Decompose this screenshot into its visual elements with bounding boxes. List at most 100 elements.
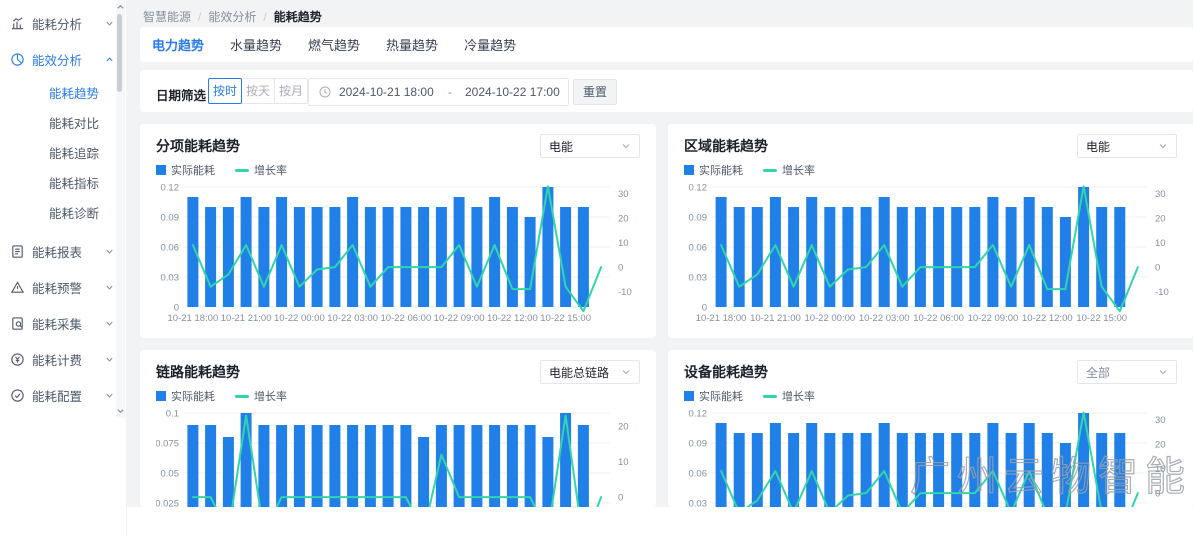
chevron-down-icon bbox=[105, 247, 114, 256]
chart-svg: 00.030.060.090.12-10010203010-21 18:0010… bbox=[684, 176, 1177, 326]
sidebar-scrollbar[interactable] bbox=[116, 0, 125, 418]
svg-text:10-22 06:00: 10-22 06:00 bbox=[381, 313, 432, 324]
svg-text:10-22 12:00: 10-22 12:00 bbox=[487, 313, 538, 324]
sidebar-item-energy-report[interactable]: 能耗报表 bbox=[0, 233, 126, 269]
svg-text:0.03: 0.03 bbox=[689, 273, 708, 284]
sidebar-item-efficiency-analysis[interactable]: 能效分析 bbox=[0, 41, 126, 77]
chart-canvas: 00.030.060.090.12-10010203010-21 18:0010… bbox=[684, 402, 1177, 507]
svg-text:0.06: 0.06 bbox=[161, 243, 180, 254]
svg-text:0: 0 bbox=[174, 303, 179, 314]
sidebar-item-energy-trend[interactable]: 能耗趋势 bbox=[0, 77, 126, 107]
panel-device-energy-trend: 设备能耗趋势 全部 实际能耗 增长率 00.030.060.090.12-100… bbox=[668, 350, 1193, 507]
svg-text:30: 30 bbox=[618, 189, 629, 200]
sidebar-item-label: 能耗配置 bbox=[32, 386, 82, 405]
legend-bar-swatch bbox=[684, 165, 694, 175]
select-value: 电能 bbox=[1086, 138, 1110, 155]
panel-link-energy-trend: 链路能耗趋势 电能总链路 实际能耗 增长率 00.0250.050.0750.1… bbox=[140, 350, 656, 507]
trend-tabs: 电力趋势 水量趋势 燃气趋势 热量趋势 冷量趋势 bbox=[140, 27, 1193, 62]
breadcrumb-item[interactable]: 智慧能源 bbox=[143, 10, 191, 24]
chart-canvas: 00.030.060.090.12-10010203010-21 18:0010… bbox=[156, 176, 640, 326]
sidebar-item-energy-collect[interactable]: 能耗采集 bbox=[0, 305, 126, 341]
mode-by-day-button[interactable]: 按天 bbox=[241, 78, 275, 104]
svg-text:0: 0 bbox=[1155, 489, 1160, 500]
svg-text:10-22 03:00: 10-22 03:00 bbox=[327, 313, 378, 324]
svg-text:10-22 00:00: 10-22 00:00 bbox=[804, 313, 855, 324]
energy-type-select[interactable]: 电能 bbox=[1077, 134, 1177, 158]
mode-by-hour-button[interactable]: 按时 bbox=[208, 78, 242, 104]
svg-text:30: 30 bbox=[1155, 415, 1166, 426]
sidebar-item-energy-trace[interactable]: 能耗追踪 bbox=[0, 137, 126, 167]
sidebar: 能耗分析 能效分析 能耗趋势 能耗对比 能耗追踪 能耗指标 能耗诊断 能耗报表 … bbox=[0, 0, 127, 536]
date-mode-group: 按时 按天 按月 bbox=[208, 78, 308, 104]
device-select[interactable]: 全部 bbox=[1077, 360, 1177, 384]
sidebar-item-energy-billing[interactable]: 能耗计费 bbox=[0, 341, 126, 377]
tab-gas-trend[interactable]: 燃气趋势 bbox=[308, 35, 360, 54]
svg-text:10-22 15:00: 10-22 15:00 bbox=[1076, 313, 1127, 324]
chevron-down-icon bbox=[105, 283, 114, 292]
date-range-input[interactable]: 2024-10-21 18:00 - 2024-10-22 17:00 bbox=[308, 78, 569, 106]
svg-text:0: 0 bbox=[1155, 263, 1160, 274]
sidebar-item-label: 能耗分析 bbox=[32, 14, 82, 33]
mode-by-month-button[interactable]: 按月 bbox=[274, 78, 308, 104]
legend-bar-swatch bbox=[684, 391, 694, 401]
sidebar-item-label: 能耗诊断 bbox=[49, 203, 99, 222]
svg-text:10-22 03:00: 10-22 03:00 bbox=[859, 313, 910, 324]
svg-text:0.03: 0.03 bbox=[689, 499, 708, 508]
svg-text:-10: -10 bbox=[618, 287, 632, 298]
select-value: 电能 bbox=[549, 138, 573, 155]
sidebar-item-label: 能耗采集 bbox=[32, 314, 82, 333]
link-select[interactable]: 电能总链路 bbox=[540, 360, 640, 384]
legend-line-swatch bbox=[235, 395, 249, 398]
svg-text:0: 0 bbox=[618, 263, 623, 274]
svg-text:20: 20 bbox=[618, 214, 629, 225]
select-value: 全部 bbox=[1086, 364, 1110, 381]
tab-electric-trend[interactable]: 电力趋势 bbox=[152, 35, 204, 54]
svg-text:10: 10 bbox=[618, 457, 629, 468]
svg-text:10-21 18:00: 10-21 18:00 bbox=[168, 313, 219, 324]
scrollbar-thumb[interactable] bbox=[117, 14, 122, 92]
energy-type-select[interactable]: 电能 bbox=[540, 134, 640, 158]
sidebar-item-label: 能耗报表 bbox=[32, 242, 82, 261]
svg-text:0: 0 bbox=[702, 303, 707, 314]
sidebar-item-energy-index[interactable]: 能耗指标 bbox=[0, 167, 126, 197]
svg-text:20: 20 bbox=[1155, 440, 1166, 451]
tab-cooling-trend[interactable]: 冷量趋势 bbox=[464, 35, 516, 54]
svg-text:10-21 21:00: 10-21 21:00 bbox=[750, 313, 801, 324]
svg-text:0.05: 0.05 bbox=[161, 469, 180, 480]
scroll-up-icon[interactable] bbox=[116, 2, 125, 12]
sidebar-item-energy-diagnosis[interactable]: 能耗诊断 bbox=[0, 197, 126, 227]
svg-text:0.09: 0.09 bbox=[689, 439, 708, 450]
reset-button[interactable]: 重置 bbox=[573, 79, 617, 105]
bar-chart-icon bbox=[10, 16, 25, 31]
svg-text:10-22 12:00: 10-22 12:00 bbox=[1022, 313, 1073, 324]
sidebar-item-energy-config[interactable]: 能耗配置 bbox=[0, 377, 126, 413]
pie-chart-icon bbox=[10, 52, 25, 67]
chart-canvas: 00.0250.050.0750.1-100102010-21 18:0010-… bbox=[156, 402, 640, 507]
svg-text:10-21 21:00: 10-21 21:00 bbox=[221, 313, 272, 324]
panel-title: 链路能耗趋势 bbox=[156, 362, 240, 382]
tab-heat-trend[interactable]: 热量趋势 bbox=[386, 35, 438, 54]
svg-text:20: 20 bbox=[1155, 214, 1166, 225]
date-start-value: 2024-10-21 18:00 bbox=[339, 85, 435, 99]
svg-text:0.06: 0.06 bbox=[689, 469, 708, 480]
chevron-up-icon bbox=[105, 55, 114, 64]
svg-text:10-22 15:00: 10-22 15:00 bbox=[540, 313, 591, 324]
sidebar-item-label: 能耗对比 bbox=[49, 113, 99, 132]
scroll-down-icon[interactable] bbox=[116, 406, 125, 416]
svg-text:0.12: 0.12 bbox=[689, 409, 708, 420]
sidebar-item-energy-analysis[interactable]: 能耗分析 bbox=[0, 5, 126, 41]
breadcrumb-item[interactable]: 能效分析 bbox=[208, 10, 256, 24]
panel-region-energy-trend: 区域能耗趋势 电能 实际能耗 增长率 00.030.060.090.12-100… bbox=[668, 124, 1193, 338]
svg-text:10: 10 bbox=[618, 238, 629, 249]
panel-subitem-energy-trend: 分项能耗趋势 电能 实际能耗 增长率 00.030.060.090.12-100… bbox=[140, 124, 656, 338]
svg-text:10-22 06:00: 10-22 06:00 bbox=[913, 313, 964, 324]
chart-canvas: 00.030.060.090.12-10010203010-21 18:0010… bbox=[684, 176, 1177, 326]
sidebar-item-energy-compare[interactable]: 能耗对比 bbox=[0, 107, 126, 137]
sidebar-item-energy-alarm[interactable]: 能耗预警 bbox=[0, 269, 126, 305]
chart-svg: 00.030.060.090.12-10010203010-21 18:0010… bbox=[156, 176, 640, 326]
svg-text:0.1: 0.1 bbox=[166, 409, 179, 420]
tab-water-trend[interactable]: 水量趋势 bbox=[230, 35, 282, 54]
sidebar-submenu: 能耗趋势 能耗对比 能耗追踪 能耗指标 能耗诊断 bbox=[0, 77, 126, 227]
svg-text:0.09: 0.09 bbox=[161, 213, 180, 224]
svg-text:10-21 18:00: 10-21 18:00 bbox=[696, 313, 747, 324]
